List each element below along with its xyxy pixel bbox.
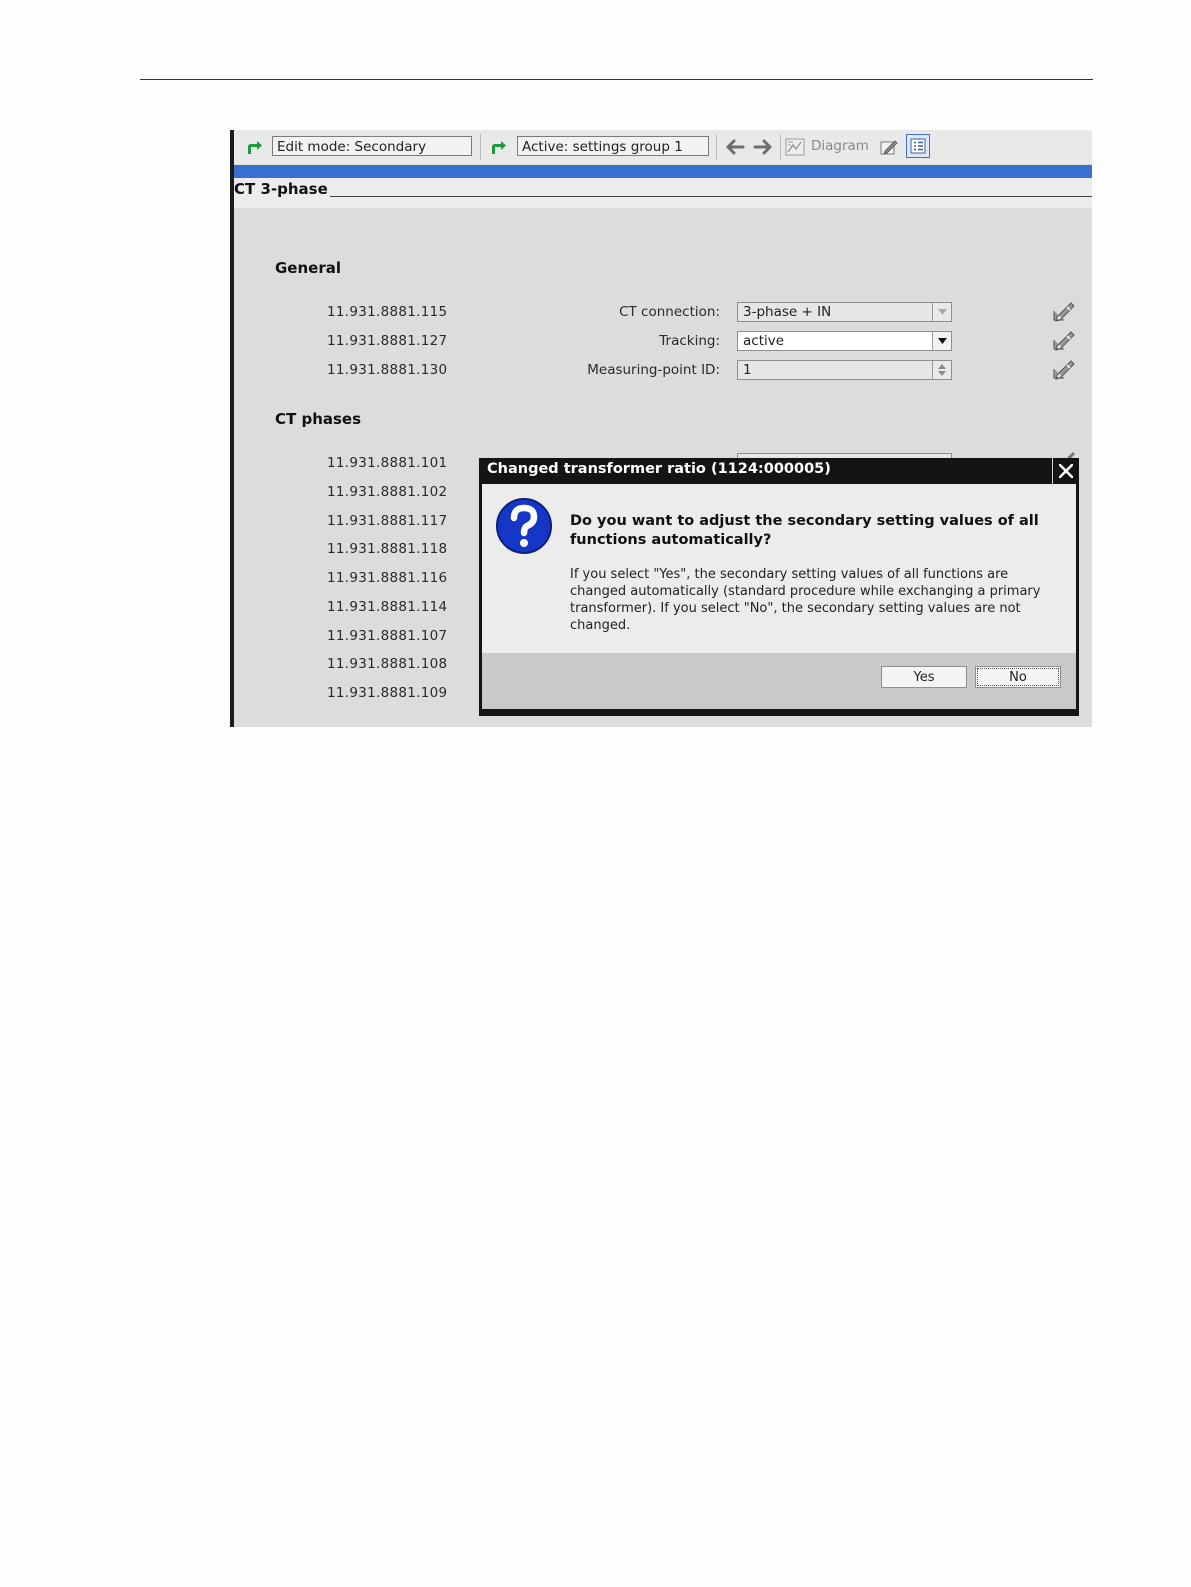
- question-icon: [496, 498, 552, 554]
- measuring-point-id-spinner[interactable]: 1: [737, 360, 952, 380]
- measuring-point-id-label: Measuring-point ID:: [587, 362, 720, 378]
- active-settings-group-field[interactable]: Active: settings group 1: [517, 136, 709, 156]
- dialog-message: If you select "Yes", the secondary setti…: [570, 567, 1041, 633]
- parameter-address: 11.931.8881.130: [327, 362, 448, 378]
- section-title: CT 3-phase: [234, 180, 328, 198]
- ct-connection-value: 3-phase + IN: [743, 304, 832, 320]
- title-band: [234, 165, 1092, 178]
- tracking-label: Tracking:: [659, 333, 720, 349]
- toolbar-separator: [716, 134, 717, 160]
- no-button[interactable]: No: [975, 666, 1061, 688]
- parameter-address: 11.931.8881.109: [327, 685, 448, 701]
- parameter-address: 11.931.8881.108: [327, 656, 448, 672]
- parameter-address: 11.931.8881.102: [327, 484, 448, 500]
- parameter-address: 11.931.8881.101: [327, 455, 448, 471]
- parameter-address: 11.931.8881.117: [327, 513, 448, 529]
- dialog-footer: Yes No: [482, 653, 1076, 709]
- ct-connection-label: CT connection:: [619, 304, 720, 320]
- edit-parameter-icon[interactable]: [878, 136, 900, 158]
- edit-mode-field[interactable]: Edit mode: Secondary: [272, 136, 472, 156]
- parameter-edit-icon[interactable]: [1052, 330, 1076, 352]
- toolbar: Edit mode: Secondary Active: settings gr…: [234, 130, 1092, 164]
- ct-phases-group-title: CT phases: [275, 410, 362, 428]
- changed-transformer-ratio-dialog: Changed transformer ratio (1124:000005) …: [479, 458, 1079, 716]
- list-view-icon[interactable]: [906, 134, 930, 158]
- active-group-arrow-icon[interactable]: [487, 136, 509, 158]
- parameter-address: 11.931.8881.127: [327, 333, 448, 349]
- dialog-title: Changed transformer ratio (1124:000005): [487, 461, 831, 477]
- tracking-value: active: [743, 333, 785, 349]
- spinner-arrows-icon[interactable]: [932, 361, 951, 379]
- dialog-question: Do you want to adjust the secondary sett…: [570, 513, 1039, 548]
- general-group-title: General: [275, 259, 341, 277]
- window-left-edge: [230, 130, 234, 727]
- parameter-address: 11.931.8881.114: [327, 599, 448, 615]
- parameter-edit-icon[interactable]: [1052, 301, 1076, 323]
- tracking-dropdown[interactable]: active: [737, 331, 952, 351]
- parameter-address: 11.931.8881.115: [327, 304, 448, 320]
- ct-connection-dropdown[interactable]: 3-phase + IN: [737, 302, 952, 322]
- section-divider: [330, 196, 1092, 197]
- forward-arrow-icon[interactable]: [752, 136, 774, 158]
- diagram-button-label[interactable]: Diagram: [811, 138, 869, 154]
- close-icon: [1059, 464, 1073, 478]
- dialog-close-button[interactable]: [1052, 458, 1079, 484]
- dialog-body: Do you want to adjust the secondary sett…: [482, 484, 1076, 653]
- parameter-address: 11.931.8881.107: [327, 628, 448, 644]
- toolbar-separator: [480, 134, 481, 160]
- yes-button[interactable]: Yes: [881, 666, 967, 688]
- toolbar-separator: [780, 134, 781, 160]
- parameter-edit-icon[interactable]: [1052, 359, 1076, 381]
- application-screenshot: Edit mode: Secondary Active: settings gr…: [230, 130, 1092, 727]
- diagram-icon[interactable]: [784, 136, 806, 158]
- chevron-down-icon[interactable]: [932, 332, 951, 350]
- back-arrow-icon[interactable]: [724, 136, 746, 158]
- edit-mode-arrow-icon[interactable]: [243, 136, 265, 158]
- section-header: CT 3-phase: [234, 178, 1092, 208]
- measuring-point-id-value: 1: [743, 362, 752, 378]
- chevron-down-icon[interactable]: [932, 303, 951, 321]
- parameter-address: 11.931.8881.116: [327, 570, 448, 586]
- page-top-rule: [140, 79, 1093, 80]
- parameter-address: 11.931.8881.118: [327, 541, 448, 557]
